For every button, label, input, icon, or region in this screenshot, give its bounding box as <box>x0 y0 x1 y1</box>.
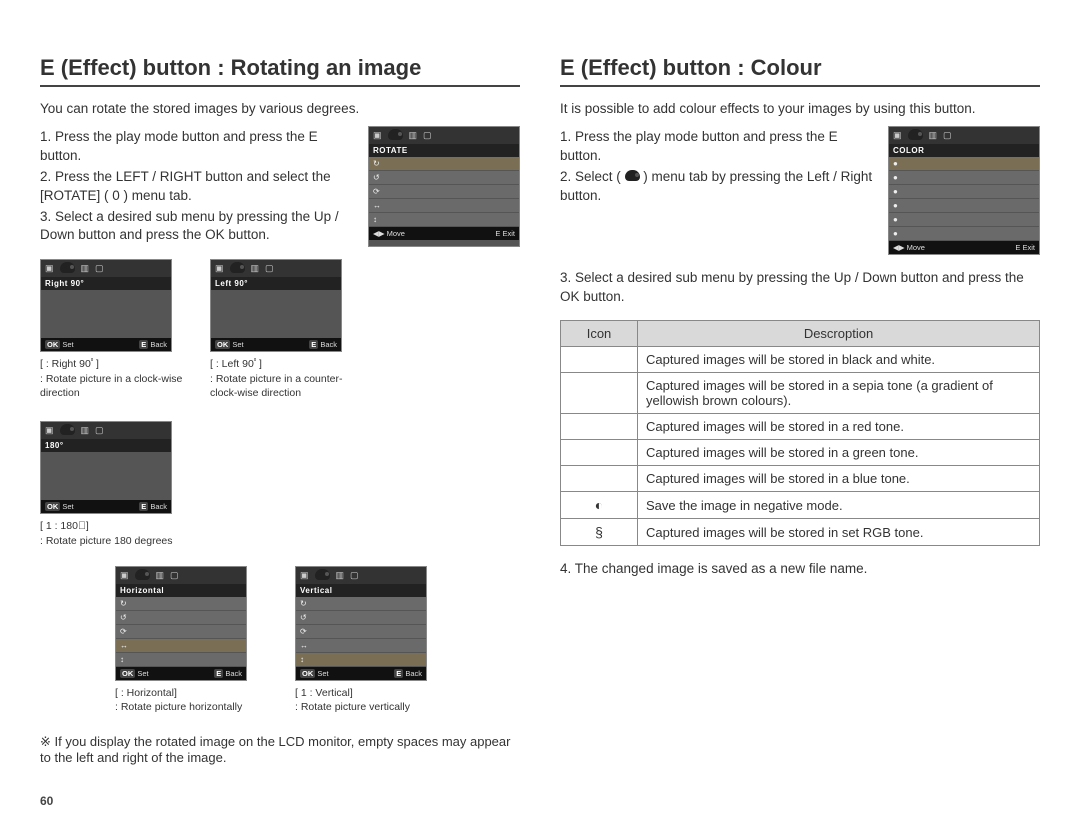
rotate-thumb-row-2: ▣▥▢ Horizontal ↻↺⟳ ↔↕ OK Set E Back [ : … <box>40 566 520 716</box>
colour-step-2: 2. Select ( ) menu tab by pressing the L… <box>560 168 874 206</box>
colour-desc-cell: Save the image in negative mode. <box>638 492 1040 519</box>
colour-desc-cell: Captured images will be stored in a sepi… <box>638 373 1040 414</box>
rotate-step-3: 3. Select a desired sub menu by pressing… <box>40 208 354 246</box>
table-row: Captured images will be stored in a red … <box>561 414 1040 440</box>
thumb-cap-body: : Rotate picture 180 degrees <box>40 535 190 549</box>
thumb-title: Vertical <box>296 584 426 597</box>
intro-rotate: You can rotate the stored images by vari… <box>40 101 520 116</box>
thumb-180: ▣▥▢ 180° OK Set E Back [ 1 : 180ﾟ] : Rot… <box>40 421 190 549</box>
rotate-step-1: 1. Press the play mode button and press … <box>40 128 354 166</box>
colour-icon-cell <box>561 373 638 414</box>
colour-desc-cell: Captured images will be stored in a gree… <box>638 440 1040 466</box>
table-row: ◐ Save the image in negative mode. <box>561 492 1040 519</box>
rotate-main-lcd: ▣ ▥ ▢ ROTATE ↻ ↺ ⟳ ↔ ↕ ◀▶ Move E Exit <box>368 126 520 247</box>
lcd-foot-left: ◀▶ Move <box>893 243 925 252</box>
colour-desc-cell: Captured images will be stored in set RG… <box>638 519 1040 546</box>
thumb-horizontal: ▣▥▢ Horizontal ↻↺⟳ ↔↕ OK Set E Back [ : … <box>115 566 265 716</box>
thumb-right90: ▣▥▢ Right 90° OK OK SetSet E Back [ : Ri… <box>40 259 190 401</box>
table-row: Captured images will be stored in a sepi… <box>561 373 1040 414</box>
thumb-cap-head: [ 1 : Vertical] <box>295 687 445 701</box>
lcd-title: ROTATE <box>369 144 519 157</box>
lcd-option-row: ↔ <box>369 199 519 213</box>
colour-desc-cell: Captured images will be stored in a blue… <box>638 466 1040 492</box>
left-column: E (Effect) button : Rotating an image Yo… <box>40 55 520 778</box>
lcd-foot-right: E Exit <box>495 229 515 238</box>
rotate-thumb-row-1: ▣▥▢ Right 90° OK OK SetSet E Back [ : Ri… <box>40 259 520 549</box>
table-row: Captured images will be stored in a blue… <box>561 466 1040 492</box>
tab-icon: ▥ <box>409 130 418 141</box>
lcd-footer: ◀▶ Move E Exit <box>369 227 519 240</box>
thumb-cap-head: [ 1 : 180ﾟ] <box>40 520 190 534</box>
colour-icon-cell <box>561 466 638 492</box>
table-row: § Captured images will be stored in set … <box>561 519 1040 546</box>
thumb-cap-head: [ : Horizontal] <box>115 687 265 701</box>
lcd-option-row: ↕ <box>369 213 519 227</box>
heading-colour: E (Effect) button : Colour <box>560 55 1040 87</box>
lcd-title: COLOR <box>889 144 1039 157</box>
thumb-cap-body: : Rotate picture in a clock-wise directi… <box>40 373 190 400</box>
lcd-option-row: ↺ <box>369 171 519 185</box>
thumb-title: Left 90° <box>211 277 341 290</box>
tab-icon: ▢ <box>423 130 432 141</box>
thumb-title: 180° <box>41 439 171 452</box>
th-icon: Icon <box>561 321 638 347</box>
rotate-note: ※ If you display the rotated image on th… <box>40 734 520 765</box>
lcd-tab-bar: ▣ ▥ ▢ <box>369 127 519 144</box>
thumb-title: Horizontal <box>116 584 246 597</box>
tab-icon: ▣ <box>373 130 382 141</box>
rotate-step-2: 2. Press the LEFT / RIGHT button and sel… <box>40 168 354 206</box>
heading-rotate: E (Effect) button : Rotating an image <box>40 55 520 87</box>
colour-desc-cell: Captured images will be stored in a red … <box>638 414 1040 440</box>
table-row: Captured images will be stored in black … <box>561 347 1040 373</box>
thumb-cap-head: [ : Left 90ﾟ] <box>210 358 360 372</box>
colour-lcd: ▣▥▢ COLOR ● ● ● ● ● ● ◀▶ Move E Exit <box>888 126 1040 255</box>
palette-icon <box>625 170 640 181</box>
lcd-option-row: ↻ <box>369 157 519 171</box>
palette-tab-icon <box>388 129 403 142</box>
steps-rotate: 1. Press the play mode button and press … <box>40 126 354 247</box>
lcd-option-row: ⟳ <box>369 185 519 199</box>
lcd-body: ↻ ↺ ⟳ ↔ ↕ <box>369 157 519 227</box>
colour-icon-cell <box>561 440 638 466</box>
thumb-title: Right 90° <box>41 277 171 290</box>
colour-icon-cell <box>561 347 638 373</box>
intro-colour: It is possible to add colour effects to … <box>560 101 1040 116</box>
thumb-cap-body: : Rotate picture horizontally <box>115 701 265 715</box>
lcd-foot-right: E Exit <box>1015 243 1035 252</box>
colour-table: Icon Descroption Captured images will be… <box>560 320 1040 546</box>
thumb-left90: ▣▥▢ Left 90° OK Set E Back [ : Left 90ﾟ]… <box>210 259 360 401</box>
colour-step-1: 1. Press the play mode button and press … <box>560 128 874 166</box>
steps-colour: 1. Press the play mode button and press … <box>560 126 874 255</box>
right-column: E (Effect) button : Colour It is possibl… <box>560 55 1040 778</box>
colour-desc-cell: Captured images will be stored in black … <box>638 347 1040 373</box>
colour-step-4: 4. The changed image is saved as a new f… <box>560 560 1040 579</box>
colour-icon-cell <box>561 414 638 440</box>
lcd-foot-left: ◀▶ Move <box>373 229 405 238</box>
colour-step-3: 3. Select a desired sub menu by pressing… <box>560 269 1040 307</box>
colour-icon-cell: § <box>561 519 638 546</box>
thumb-cap-body: : Rotate picture in a counter-clock-wise… <box>210 373 360 400</box>
thumb-vertical: ▣▥▢ Vertical ↻↺⟳ ↔↕ OK Set E Back [ 1 : … <box>295 566 445 716</box>
thumb-cap-body: : Rotate picture vertically <box>295 701 445 715</box>
thumb-cap-head: [ : Right 90ﾟ] <box>40 358 190 372</box>
colour-icon-cell: ◐ <box>561 492 638 519</box>
table-row: Captured images will be stored in a gree… <box>561 440 1040 466</box>
th-desc: Descroption <box>638 321 1040 347</box>
page-number: 60 <box>40 794 53 808</box>
